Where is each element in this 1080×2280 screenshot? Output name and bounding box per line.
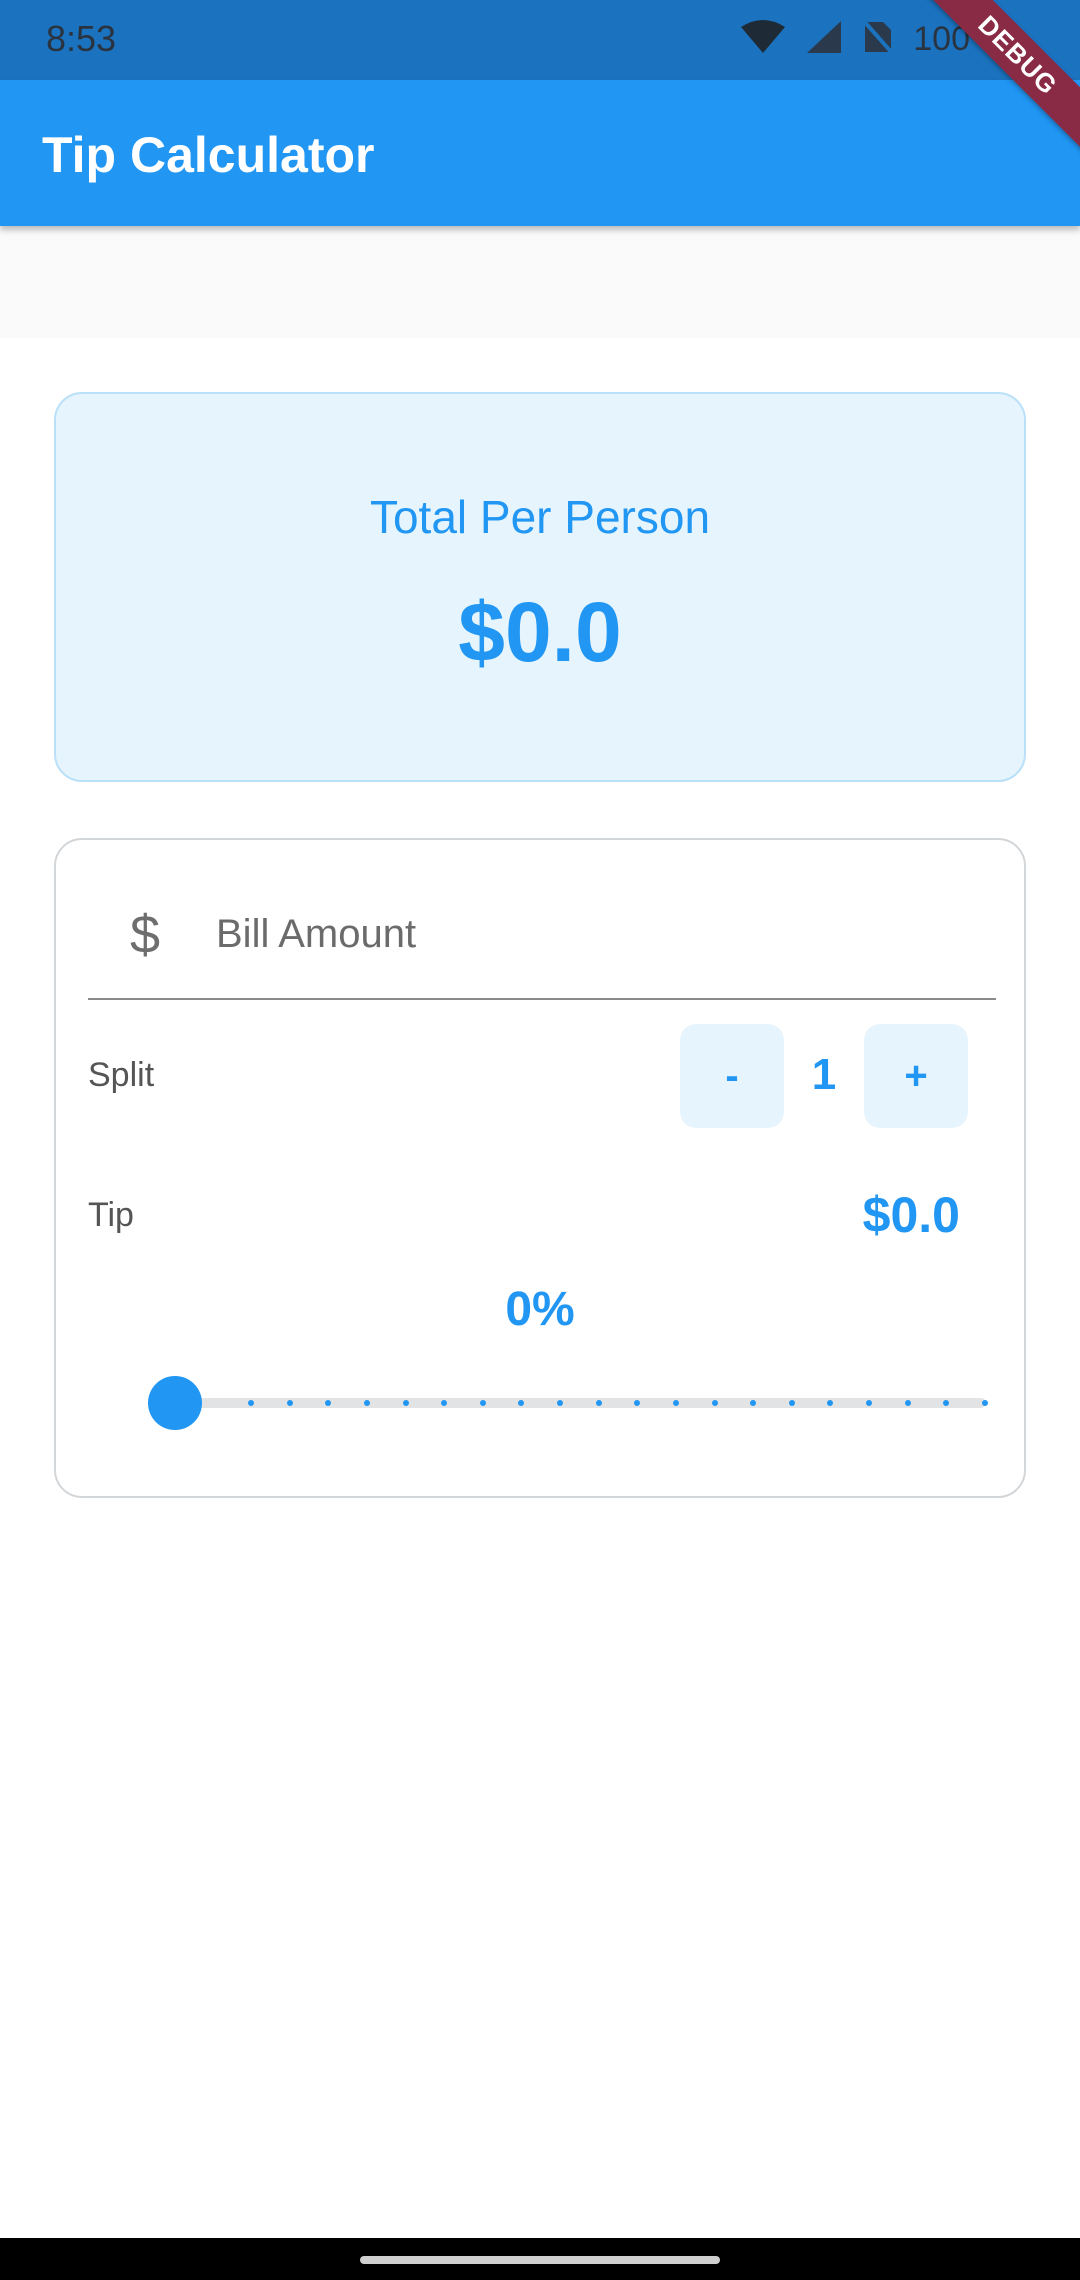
calculator-form-card: $ Split - 1 + Tip $0.0 0% xyxy=(54,838,1026,1498)
split-decrement-button[interactable]: - xyxy=(680,1024,784,1128)
slider-tick xyxy=(904,1400,911,1406)
slider-tick xyxy=(711,1400,718,1406)
split-increment-button[interactable]: + xyxy=(864,1024,968,1128)
slider-tick xyxy=(672,1400,679,1406)
wifi-icon xyxy=(739,19,787,60)
bill-amount-input[interactable] xyxy=(214,898,978,970)
signal-icon xyxy=(805,19,843,60)
tip-percent-slider[interactable] xyxy=(148,1374,988,1430)
status-bar: 8:53 100 xyxy=(0,0,1080,80)
slider-tick xyxy=(595,1400,602,1406)
slider-tick xyxy=(557,1400,564,1406)
slider-tick xyxy=(248,1400,254,1406)
status-icons: 100 xyxy=(739,18,970,61)
app-bar: Tip Calculator xyxy=(0,80,1080,226)
total-per-person-amount: $0.0 xyxy=(458,585,622,679)
no-sim-icon xyxy=(861,18,895,61)
total-per-person-card: Total Per Person $0.0 xyxy=(54,392,1026,782)
status-time: 8:53 xyxy=(46,18,117,59)
tip-label: Tip xyxy=(88,1196,134,1234)
app-title: Tip Calculator xyxy=(42,127,375,183)
tip-amount: $0.0 xyxy=(862,1187,960,1243)
split-count: 1 xyxy=(811,1050,837,1099)
slider-tick xyxy=(286,1400,293,1406)
navigation-bar xyxy=(0,2238,1080,2280)
total-per-person-label: Total Per Person xyxy=(369,491,711,543)
dollar-icon: $ xyxy=(130,905,161,965)
top-band xyxy=(0,226,1080,338)
slider-tick xyxy=(982,1400,988,1406)
slider-thumb[interactable] xyxy=(148,1376,202,1430)
slider-tick xyxy=(479,1400,486,1406)
slider-tick xyxy=(363,1400,370,1406)
tip-percent: 0% xyxy=(505,1283,575,1336)
slider-tick xyxy=(402,1400,409,1406)
home-handle[interactable] xyxy=(360,2256,720,2264)
split-label: Split xyxy=(88,1056,155,1094)
slider-tick xyxy=(788,1400,795,1406)
bill-amount-field[interactable]: $ xyxy=(88,880,996,1000)
